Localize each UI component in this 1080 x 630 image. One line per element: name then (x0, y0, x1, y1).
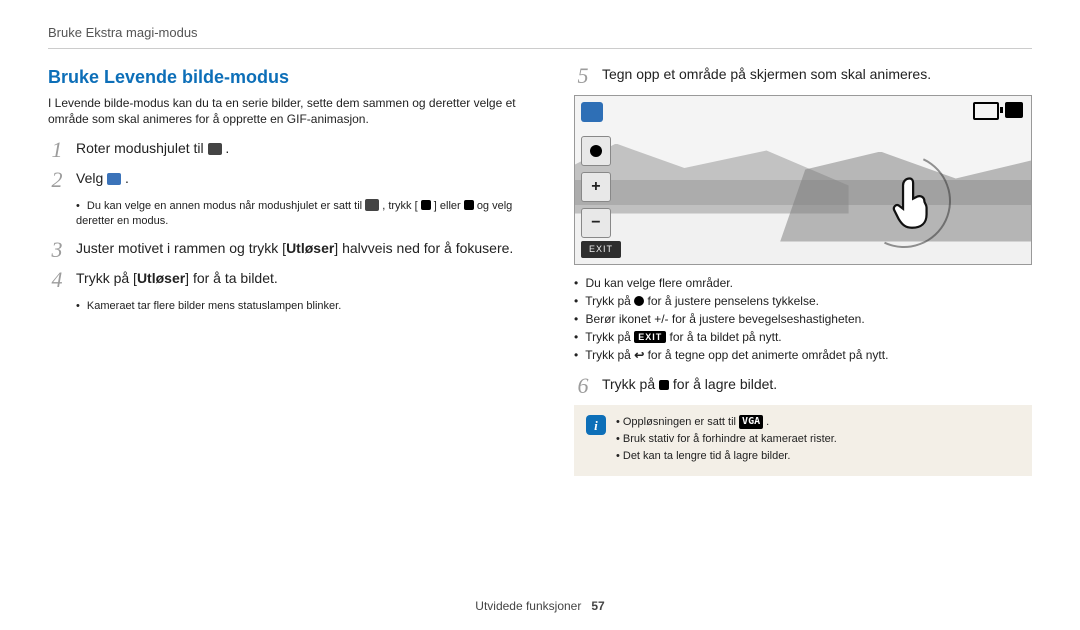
page-footer: Utvidede funksjoner 57 (0, 598, 1080, 614)
step-text-tail: ] for å ta bildet. (185, 270, 278, 286)
face-icon (581, 102, 603, 122)
tip-text: for å justere penselens tykkelse. (648, 294, 819, 308)
section-intro: I Levende bilde-modus kan du ta en serie… (48, 95, 526, 127)
page-number: 57 (591, 599, 604, 613)
step-text: Velg (76, 170, 107, 186)
speed-minus-button[interactable]: − (581, 208, 611, 238)
mode-dial-star-icon (365, 199, 379, 211)
step-text: Trykk på (602, 376, 659, 392)
camera-preview-illustration: + − EXIT (574, 95, 1032, 265)
step-text-tail: ] halvveis ned for å fokusere. (334, 240, 513, 256)
step-number: 1 (48, 139, 66, 161)
footer-section: Utvidede funksjoner (475, 599, 581, 613)
step-4: 4 Trykk på [Utløser] for å ta bildet. (48, 269, 526, 291)
shutter-label: Utløser (137, 270, 185, 286)
vga-badge: VGA (739, 415, 763, 429)
breadcrumb: Bruke Ekstra magi-modus (48, 24, 1032, 49)
step-text: Roter modushjulet til (76, 140, 208, 156)
battery-icon (973, 102, 999, 120)
step-number: 6 (574, 375, 592, 397)
step-number: 5 (574, 65, 592, 87)
step-text-tail: . (125, 170, 129, 186)
mode-icon (1005, 102, 1023, 118)
tip-text: for å ta bildet på nytt. (670, 330, 782, 344)
step-number: 2 (48, 169, 66, 191)
speed-plus-button[interactable]: + (581, 172, 611, 202)
note-text: , trykk [ (382, 200, 417, 212)
tip-text: for å tegne opp det animerte området på … (648, 348, 889, 362)
note-text: Det kan ta lengre tid å lagre bilder. (623, 450, 791, 462)
mode-dial-star-icon (208, 143, 222, 155)
tip-text: Berør ikonet +/- for å justere bevegelse… (586, 312, 865, 326)
step-number: 4 (48, 269, 66, 291)
step-5: 5 Tegn opp et område på skjermen som ska… (574, 65, 1032, 87)
back-button-icon (421, 200, 431, 210)
step-number: 3 (48, 239, 66, 261)
note-text: Oppløsningen er satt til (623, 416, 739, 428)
redraw-icon (634, 348, 644, 362)
step-text-tail: for å lagre bildet. (673, 376, 777, 392)
step-5-tips: • Du kan velge flere områder. • Trykk på… (574, 275, 1032, 364)
note-box: i • Oppløsningen er satt til VGA . • Bru… (574, 405, 1032, 476)
step-2: 2 Velg . (48, 169, 526, 191)
home-icon (464, 200, 474, 210)
step-3: 3 Juster motivet i rammen og trykk [Utlø… (48, 239, 526, 261)
note-text: Du kan velge en annen modus når modushju… (87, 200, 365, 212)
note-text: . (766, 416, 769, 428)
tip-text: Du kan velge flere områder. (586, 276, 733, 290)
brush-size-button[interactable] (581, 136, 611, 166)
living-photo-mode-icon (107, 173, 121, 185)
step-6: 6 Trykk på for å lagre bildet. (574, 375, 1032, 397)
info-icon: i (586, 415, 606, 435)
note-text: Bruk stativ for å forhindre at kameraet … (623, 433, 837, 445)
exit-chip-icon: EXIT (634, 331, 666, 343)
touch-finger-icon (889, 174, 935, 230)
step-text: Tegn opp et område på skjermen som skal … (602, 65, 1032, 87)
step-4-note: • Kameraet tar flere bilder mens statusl… (76, 299, 526, 314)
step-2-note: • Du kan velge en annen modus når modush… (76, 199, 526, 229)
section-title: Bruke Levende bilde-modus (48, 65, 526, 89)
note-text: Kameraet tar flere bilder mens statuslam… (87, 300, 341, 312)
tip-text: Trykk på (585, 348, 634, 362)
exit-button[interactable]: EXIT (581, 241, 621, 257)
shutter-label: Utløser (286, 240, 334, 256)
step-text: Trykk på [ (76, 270, 137, 286)
step-text: Juster motivet i rammen og trykk [ (76, 240, 286, 256)
step-1: 1 Roter modushjulet til . (48, 139, 526, 161)
save-icon (659, 380, 669, 390)
tip-text: Trykk på (585, 330, 634, 344)
note-text: ] eller (434, 200, 464, 212)
step-text-tail: . (225, 140, 229, 156)
tip-text: Trykk på (585, 294, 634, 308)
brush-size-icon (634, 296, 644, 306)
